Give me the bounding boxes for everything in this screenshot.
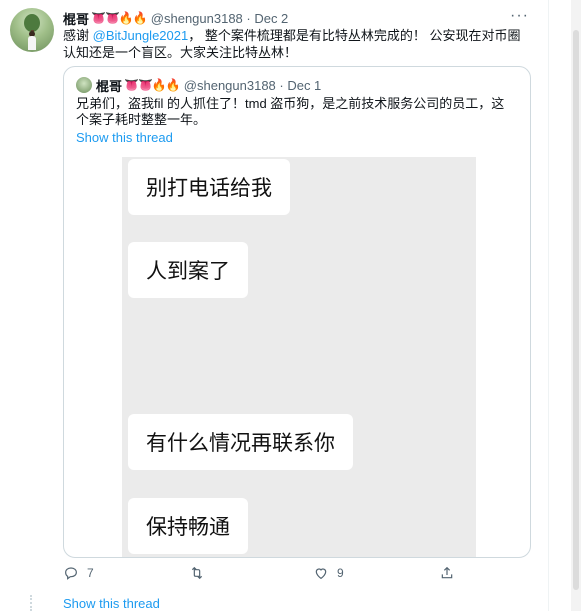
more-options-icon[interactable]: ··· xyxy=(510,7,529,25)
tweet-text-start: 感谢 xyxy=(63,28,93,43)
reply-icon xyxy=(65,567,77,580)
retweet-button[interactable] xyxy=(189,565,213,581)
scrollbar-thumb[interactable] xyxy=(573,30,579,590)
thread-connector xyxy=(30,595,34,611)
heart-icon xyxy=(315,568,327,580)
quoted-name-emojis: 👅👅🔥🔥 xyxy=(124,78,181,92)
chat-bubble: 别打电话给我 xyxy=(128,159,290,215)
mention-link[interactable]: @BitJungle2021 xyxy=(93,28,189,43)
tweet[interactable]: 棍哥 👅👅🔥🔥 @shengun3188 · Dec 2 ··· 感谢 @Bit… xyxy=(0,0,549,611)
retweet-icon xyxy=(191,566,203,580)
share-button[interactable] xyxy=(439,565,455,581)
tweet-text: 感谢 @BitJungle2021， 整个案件梳理都是有比特丛林完成的！ 公安现… xyxy=(63,27,533,61)
avatar[interactable] xyxy=(10,8,54,52)
quoted-text: 兄弟们，盗我fil 的人抓住了！tmd 盗币狗，是之前技术服务公司的员工，这个案… xyxy=(76,96,505,127)
like-count: 9 xyxy=(337,566,344,580)
quoted-author-name: 棍哥 xyxy=(96,78,123,94)
name-emojis: 👅👅🔥🔥 xyxy=(91,11,148,25)
quoted-header: 棍哥 👅👅🔥🔥 @shengun3188 · Dec 1 xyxy=(76,76,321,94)
quoted-tweet[interactable]: 棍哥 👅👅🔥🔥 @shengun3188 · Dec 1 兄弟们，盗我fil 的… xyxy=(63,66,531,558)
quoted-avatar xyxy=(76,77,92,93)
author-handle-date[interactable]: @shengun3188 · Dec 2 xyxy=(151,11,289,26)
share-icon xyxy=(441,566,453,579)
reply-count: 7 xyxy=(87,566,94,580)
chat-bubble: 人到案了 xyxy=(128,242,248,298)
reply-button[interactable]: 7 xyxy=(63,565,94,581)
quoted-handle-date: @shengun3188 · Dec 1 xyxy=(183,77,322,93)
chat-screenshot-image[interactable]: 别打电话给我 人到案了 有什么情况再联系你 保持畅通 xyxy=(122,157,476,557)
tweet-header: 棍哥 👅👅🔥🔥 @shengun3188 · Dec 2 xyxy=(63,9,288,27)
like-button[interactable]: 9 xyxy=(313,565,344,581)
show-thread-link[interactable]: Show this thread xyxy=(63,596,160,611)
chat-bubble: 有什么情况再联系你 xyxy=(128,414,353,470)
author-name[interactable]: 棍哥 xyxy=(63,9,89,28)
chat-bubble: 保持畅通 xyxy=(128,498,248,554)
quoted-show-thread-link[interactable]: Show this thread xyxy=(76,130,173,145)
action-bar: 7 9 xyxy=(63,565,463,583)
